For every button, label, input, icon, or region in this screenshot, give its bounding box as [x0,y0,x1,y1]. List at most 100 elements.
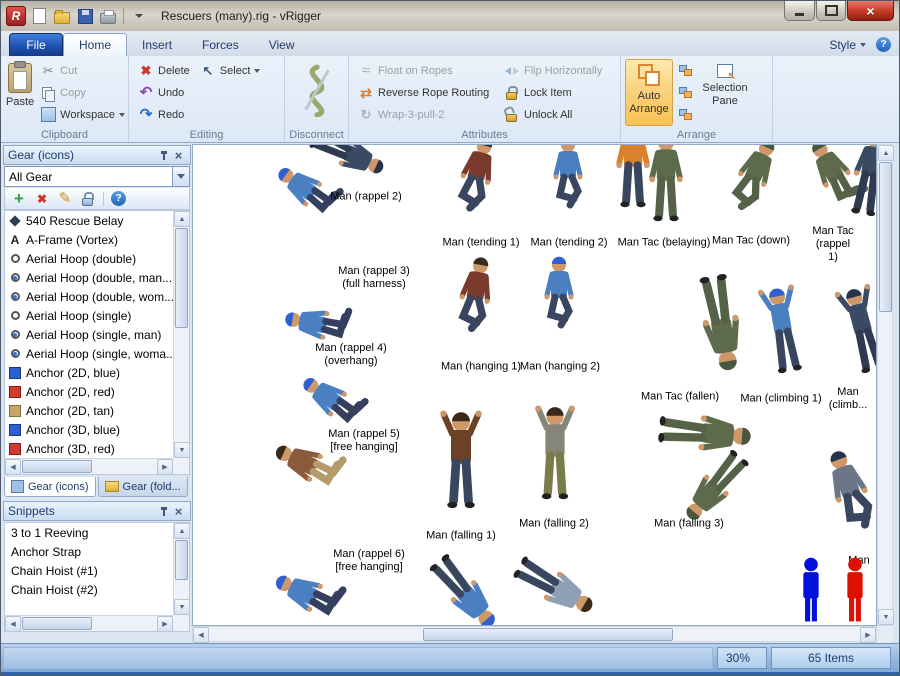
add-gear-button[interactable] [11,191,27,207]
tab-gear-icons[interactable]: Gear (icons) [4,477,96,497]
style-menu[interactable]: Style [829,33,866,56]
scrollbar-thumb[interactable] [22,460,92,473]
gear-list-item[interactable]: Anchor (3D, red) [5,439,173,458]
canvas-figure[interactable] [716,144,790,224]
gear-list-item[interactable]: A-Frame (Vortex) [5,230,173,249]
arrange-order-button-3[interactable] [675,106,695,123]
snippet-list-item[interactable]: Chain Hoist (#1) [5,561,173,580]
qat-customize-button[interactable] [129,6,149,26]
tab-forces[interactable]: Forces [187,33,254,56]
scrollbar-thumb[interactable] [175,540,188,580]
gear-list-item[interactable]: Aerial Hoop (double, man... [5,268,173,287]
dropdown-arrow-button[interactable] [172,167,189,186]
canvas-figure[interactable] [506,546,604,626]
canvas-figure[interactable] [539,255,579,335]
workspace-button[interactable]: Workspace [37,106,128,123]
snippet-list-item[interactable]: Chain Hoist (#2) [5,580,173,599]
cut-button[interactable]: Cut [37,62,128,79]
snippet-list-item[interactable]: Anchor Strap [5,542,173,561]
tab-file[interactable]: File [9,33,63,56]
canvas-figure[interactable] [754,283,813,377]
delete-gear-button[interactable] [34,191,50,207]
canvas-figure[interactable] [688,269,755,376]
tab-insert[interactable]: Insert [127,33,187,56]
arrange-order-button-1[interactable] [675,62,695,79]
scroll-left-button[interactable]: ◀ [5,459,21,475]
scrollbar-thumb[interactable] [22,617,92,630]
save-button[interactable] [75,6,95,26]
lock-gear-button[interactable] [80,191,96,207]
gear-list-item[interactable]: Anchor (2D, red) [5,382,173,401]
scroll-left-button[interactable]: ◀ [5,616,21,632]
gear-panel-close-button[interactable] [171,148,186,163]
scrollbar-thumb[interactable] [879,162,892,312]
lock-item-button[interactable]: Lock Item [501,84,605,101]
gear-list-item[interactable]: Aerial Hoop (single) [5,306,173,325]
edit-gear-button[interactable] [57,191,73,207]
canvas-horizontal-scrollbar[interactable]: ◀ ▶ [192,626,877,642]
scroll-down-button[interactable]: ▼ [174,599,190,615]
scroll-left-button[interactable]: ◀ [193,627,209,643]
gear-help-button[interactable] [111,191,126,206]
canvas-figure[interactable] [643,144,689,223]
tab-view[interactable]: View [254,33,310,56]
select-button[interactable]: Select [197,62,264,79]
canvas-figure[interactable] [436,410,486,510]
undo-button[interactable]: Undo [135,84,193,101]
tab-gear-folders[interactable]: Gear (fold... [98,477,188,497]
float-on-ropes-button[interactable]: Float on Ropes [355,62,497,79]
app-icon[interactable]: R [6,6,26,26]
reverse-rope-routing-button[interactable]: Reverse Rope Routing [355,84,497,101]
canvas-figure[interactable] [531,405,579,501]
scroll-down-button[interactable]: ▼ [878,609,894,625]
scroll-up-button[interactable]: ▲ [174,523,190,539]
selection-pane-button[interactable]: Selection Pane [697,59,753,126]
scrollbar-thumb[interactable] [175,228,188,328]
new-file-button[interactable] [29,6,49,26]
canvas-figure[interactable] [838,556,872,624]
scroll-up-button[interactable]: ▲ [878,145,894,161]
arrange-order-button-2[interactable] [675,84,695,101]
open-file-button[interactable] [52,6,72,26]
snippets-pin-button[interactable] [156,504,171,519]
snippets-horizontal-scrollbar[interactable]: ◀ ▶ [5,615,173,631]
maximize-button[interactable] [816,1,846,21]
gear-list-item[interactable]: Anchor (3D, blue) [5,420,173,439]
canvas-figure[interactable] [420,545,510,626]
gear-filter-dropdown[interactable]: All Gear [4,166,190,187]
scrollbar-thumb[interactable] [423,628,673,641]
close-button[interactable] [847,1,894,21]
print-button[interactable] [98,6,118,26]
gear-list-item[interactable]: Anchor (2D, blue) [5,363,173,382]
unlock-all-button[interactable]: Unlock All [501,106,605,123]
disconnect-button[interactable] [293,59,341,126]
canvas-figure[interactable] [447,252,503,342]
canvas-figure[interactable] [445,144,507,223]
scroll-down-button[interactable]: ▼ [174,442,190,458]
delete-button[interactable]: Delete [135,62,193,79]
paste-button[interactable]: Paste [5,59,35,126]
gear-list-vertical-scrollbar[interactable]: ▲ ▼ [173,211,189,458]
canvas[interactable]: Man (rappel 2)Man (tending 1)Man (tendin… [192,144,877,626]
zoom-level[interactable]: 30% [717,647,767,669]
canvas-figure[interactable] [830,282,877,378]
gear-list-item[interactable]: Aerial Hoop (single, man) [5,325,173,344]
scroll-right-button[interactable]: ▶ [157,459,173,475]
canvas-figure[interactable] [794,556,828,624]
gear-list-item[interactable]: Aerial Hoop (single, woma... [5,344,173,363]
canvas-vertical-scrollbar[interactable]: ▲ ▼ [877,144,893,626]
flip-horizontally-button[interactable]: Flip Horizontally [501,62,605,79]
gear-list-horizontal-scrollbar[interactable]: ◀ ▶ [5,458,173,474]
snippets-vertical-scrollbar[interactable]: ▲ ▼ [173,523,189,615]
tab-home[interactable]: Home [63,33,127,56]
redo-button[interactable]: Redo [135,106,193,123]
snippet-list-item[interactable]: 3 to 1 Reeving [5,523,173,542]
minimize-button[interactable] [784,1,815,21]
canvas-figure[interactable] [814,442,877,544]
scroll-right-button[interactable]: ▶ [860,627,876,643]
scroll-right-button[interactable]: ▶ [157,616,173,632]
gear-panel-pin-button[interactable] [156,148,171,163]
snippets-close-button[interactable] [171,504,186,519]
gear-list-item[interactable]: Aerial Hoop (double) [5,249,173,268]
gear-list-item[interactable]: Aerial Hoop (double, wom... [5,287,173,306]
